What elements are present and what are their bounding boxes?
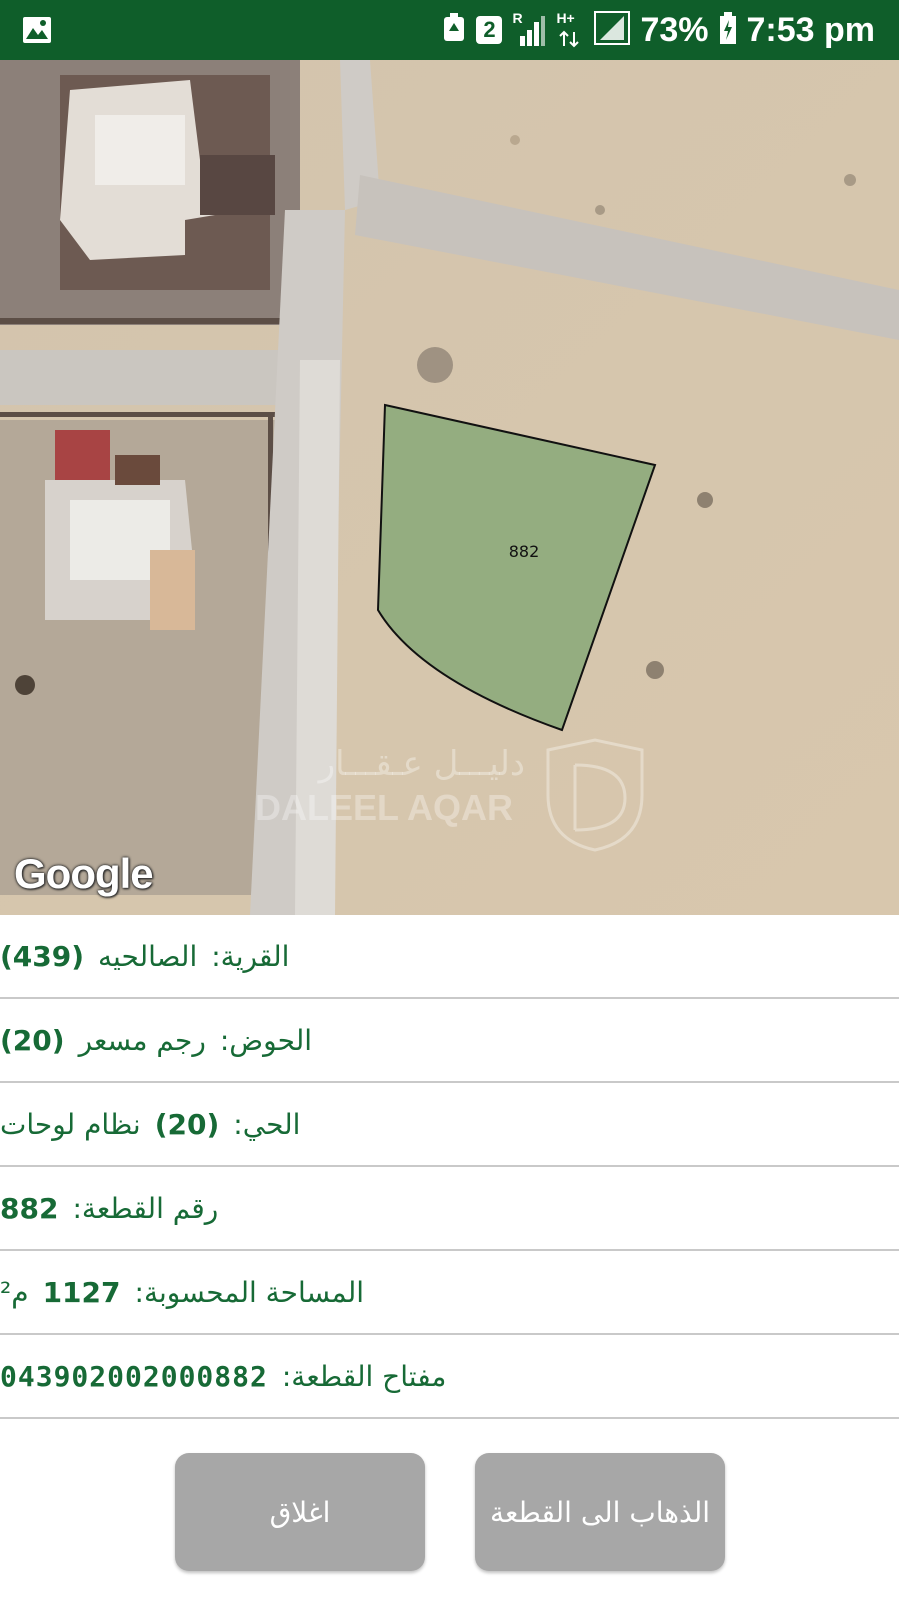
parcel-key-value: 043902002000882 [0,1359,268,1393]
area-value: 1127 [42,1275,121,1309]
watermark-arabic: دليـــل عـقـــار [317,744,525,784]
area-label: المساحة المحسوبة: [134,1275,364,1309]
parcel-info-panel: القرية: الصالحيه (439) الحوض: رجم مسعر (… [0,915,899,1419]
clock: 7:53 pm [746,10,876,49]
google-logo: Google [14,850,154,897]
satellite-map[interactable]: 882 دليـــل عـقـــار DALEEL AQAR Google [0,60,899,915]
sim-2-icon: 2 [476,16,503,44]
parcel-number-row: رقم القطعة: 882 [0,1167,899,1251]
basin-row: الحوض: رجم مسعر (20) [0,999,899,1083]
parcel-key-row: مفتاح القطعة: 043902002000882 [0,1335,899,1419]
basin-label: الحوض: [219,1023,313,1057]
status-bar: 2 R H+ 73% 7:53 pm [0,0,899,60]
parcel-number-value: 882 [0,1191,59,1225]
neighborhood-row: الحي: (20) نظام لوحات [0,1083,899,1167]
parcel-number-label: رقم القطعة: [72,1191,219,1225]
village-code: (439) [0,939,85,973]
go-to-parcel-button[interactable]: الذهاب الى القطعة [475,1453,725,1571]
battery-charging-icon [719,12,737,48]
signal-icon [594,11,631,49]
village-row: القرية: الصالحيه (439) [0,915,899,999]
close-button[interactable]: اغلاق [175,1453,425,1571]
parcel-number-label: 882 [509,542,540,561]
village-label: القرية: [211,939,290,973]
neighborhood-name: نظام لوحات [0,1107,141,1141]
watermark-english: DALEEL AQAR [255,787,513,828]
image-icon [22,16,52,48]
neighborhood-label: الحي: [233,1107,301,1141]
neighborhood-code: (20) [154,1107,220,1141]
basin-name: رجم مسعر [78,1023,206,1057]
recycle-icon [442,13,466,47]
parcel-key-label: مفتاح القطعة: [281,1359,447,1393]
area-row: المساحة المحسوبة: 1127 م² [0,1251,899,1335]
battery-percent: 73% [640,10,709,49]
village-name: الصالحيه [98,939,198,973]
signal-icon: R [512,10,546,48]
area-unit: م² [0,1275,29,1309]
basin-code: (20) [0,1023,65,1057]
network-icon: H+ [556,10,584,48]
